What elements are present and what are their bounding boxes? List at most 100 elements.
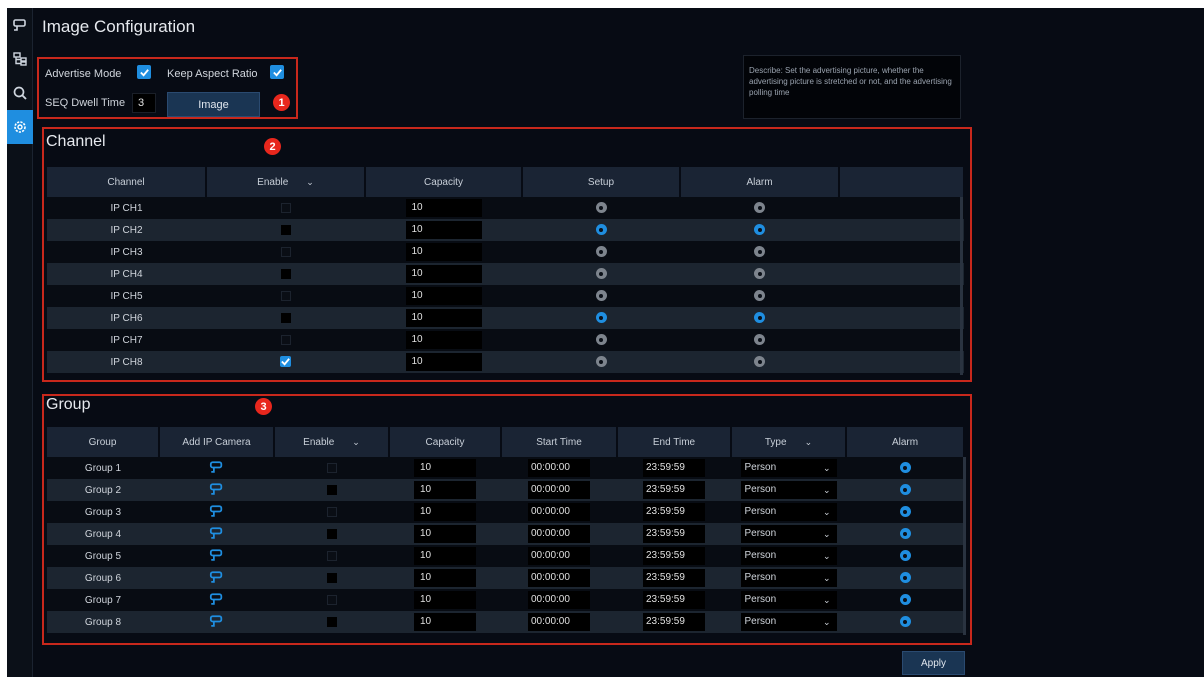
enable-checkbox[interactable] (326, 616, 337, 627)
alarm-gear-icon[interactable] (899, 550, 911, 562)
add-camera-icon[interactable] (209, 460, 224, 477)
capacity-input[interactable]: 10 (405, 309, 482, 327)
alarm-gear-icon[interactable] (754, 356, 765, 368)
start-time-input[interactable]: 00:00:00 (528, 503, 590, 521)
sidebar-settings[interactable] (7, 110, 33, 144)
start-time-input[interactable]: 00:00:00 (528, 547, 590, 565)
channel-header-1[interactable]: Enable ⌄ (206, 167, 366, 197)
enable-checkbox[interactable] (280, 312, 291, 323)
type-select[interactable]: Person ⌄ (740, 459, 837, 477)
start-time-input[interactable]: 00:00:00 (528, 613, 590, 631)
alarm-gear-icon[interactable] (754, 202, 765, 214)
add-camera-icon[interactable] (209, 504, 224, 521)
alarm-gear-icon[interactable] (899, 506, 911, 518)
setup-gear-icon[interactable] (595, 334, 607, 346)
alarm-gear-icon[interactable] (899, 484, 911, 496)
enable-checkbox[interactable] (280, 268, 291, 279)
enable-checkbox[interactable] (326, 572, 337, 583)
type-select[interactable]: Person ⌄ (740, 613, 837, 631)
type-select[interactable]: Person ⌄ (740, 481, 837, 499)
alarm-gear-icon[interactable] (899, 572, 911, 584)
add-camera-icon[interactable] (209, 548, 224, 565)
alarm-gear-icon[interactable] (899, 462, 911, 474)
type-select[interactable]: Person ⌄ (740, 525, 837, 543)
enable-checkbox[interactable] (280, 246, 291, 257)
capacity-input[interactable]: 10 (414, 459, 476, 477)
sidebar-playback[interactable] (7, 42, 33, 76)
start-time-input[interactable]: 00:00:00 (528, 569, 590, 587)
alarm-gear-icon[interactable] (899, 616, 911, 628)
type-select[interactable]: Person ⌄ (740, 569, 837, 587)
image-button[interactable]: Image (167, 92, 260, 117)
capacity-input[interactable]: 10 (405, 331, 482, 349)
group-header-2[interactable]: Enable ⌄ (274, 427, 390, 457)
end-time-input[interactable]: 23:59:59 (643, 503, 705, 521)
enable-checkbox[interactable] (280, 202, 291, 213)
setup-gear-icon[interactable] (595, 268, 607, 280)
enable-checkbox[interactable] (326, 506, 337, 517)
group-scrollbar[interactable] (963, 457, 966, 635)
alarm-gear-icon[interactable] (754, 334, 765, 346)
capacity-input[interactable]: 10 (414, 525, 476, 543)
setup-gear-icon[interactable] (595, 356, 607, 368)
alarm-gear-icon[interactable] (754, 246, 765, 258)
end-time-input[interactable]: 23:59:59 (643, 459, 705, 477)
capacity-input[interactable]: 10 (405, 287, 482, 305)
setup-gear-icon[interactable] (595, 312, 607, 324)
apply-button[interactable]: Apply (902, 651, 965, 675)
capacity-input[interactable]: 10 (414, 569, 476, 587)
end-time-input[interactable]: 23:59:59 (643, 525, 705, 543)
seq-dwell-time-input[interactable]: 3 (132, 93, 156, 113)
capacity-input[interactable]: 10 (414, 481, 476, 499)
capacity-input[interactable]: 10 (405, 199, 482, 217)
alarm-gear-icon[interactable] (754, 268, 765, 280)
add-camera-icon[interactable] (209, 570, 224, 587)
add-camera-icon[interactable] (209, 592, 224, 609)
enable-checkbox[interactable] (280, 290, 291, 301)
capacity-input[interactable]: 10 (414, 503, 476, 521)
alarm-gear-icon[interactable] (754, 312, 765, 324)
setup-gear-icon[interactable] (595, 290, 607, 302)
channel-scrollbar[interactable] (960, 197, 963, 375)
type-select[interactable]: Person ⌄ (740, 503, 837, 521)
enable-checkbox[interactable] (280, 356, 291, 368)
enable-checkbox[interactable] (326, 484, 337, 495)
sidebar-live-view[interactable] (7, 8, 33, 42)
end-time-input[interactable]: 23:59:59 (643, 591, 705, 609)
add-camera-icon[interactable] (209, 482, 224, 499)
capacity-input[interactable]: 10 (414, 547, 476, 565)
group-header-6[interactable]: Type ⌄ (731, 427, 847, 457)
add-camera-icon[interactable] (209, 526, 224, 543)
setup-gear-icon[interactable] (595, 202, 607, 214)
capacity-input[interactable]: 10 (405, 243, 482, 261)
sidebar-search[interactable] (7, 76, 33, 110)
enable-checkbox[interactable] (326, 462, 337, 473)
capacity-input[interactable]: 10 (414, 591, 476, 609)
end-time-input[interactable]: 23:59:59 (643, 547, 705, 565)
add-camera-icon[interactable] (209, 614, 224, 631)
chevron-down-icon[interactable]: ⌄ (805, 437, 813, 447)
start-time-input[interactable]: 00:00:00 (528, 525, 590, 543)
enable-checkbox[interactable] (280, 334, 291, 345)
enable-checkbox[interactable] (326, 550, 337, 561)
end-time-input[interactable]: 23:59:59 (643, 481, 705, 499)
end-time-input[interactable]: 23:59:59 (643, 613, 705, 631)
type-select[interactable]: Person ⌄ (740, 547, 837, 565)
capacity-input[interactable]: 10 (405, 265, 482, 283)
alarm-gear-icon[interactable] (754, 224, 765, 236)
capacity-input[interactable]: 10 (405, 353, 482, 371)
start-time-input[interactable]: 00:00:00 (528, 481, 590, 499)
capacity-input[interactable]: 10 (405, 221, 482, 239)
chevron-down-icon[interactable]: ⌄ (352, 437, 360, 447)
advertise-mode-checkbox[interactable] (137, 65, 151, 79)
alarm-gear-icon[interactable] (899, 528, 911, 540)
type-select[interactable]: Person ⌄ (740, 591, 837, 609)
chevron-down-icon[interactable]: ⌄ (306, 177, 314, 187)
enable-checkbox[interactable] (326, 528, 337, 539)
enable-checkbox[interactable] (280, 224, 291, 235)
start-time-input[interactable]: 00:00:00 (528, 459, 590, 477)
alarm-gear-icon[interactable] (899, 594, 911, 606)
alarm-gear-icon[interactable] (754, 290, 765, 302)
start-time-input[interactable]: 00:00:00 (528, 591, 590, 609)
setup-gear-icon[interactable] (595, 246, 607, 258)
